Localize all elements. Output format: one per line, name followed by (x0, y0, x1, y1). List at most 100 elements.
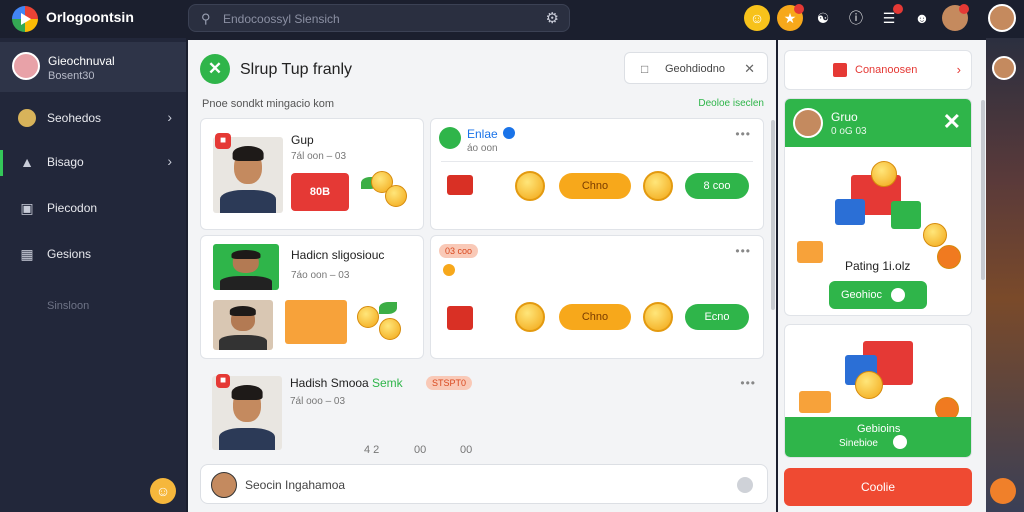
more-icon[interactable]: ••• (740, 376, 756, 390)
right-panel: Conanoosen › Gruo 0 oG 03 ✕ Pating 1i.ol… (778, 40, 986, 512)
chip-button[interactable]: Chno (559, 304, 631, 330)
sidebar-item-4[interactable]: ▦ Gesions (0, 234, 186, 274)
group-card[interactable]: ■ Gup 7ál oon – 03 80B (200, 118, 424, 230)
gift-box-icon (797, 241, 823, 263)
group-card[interactable]: ■ Hadish Smooa Semk STSPT0 7ál ooo – 03 … (200, 366, 768, 458)
profile-badge-icon[interactable] (942, 4, 969, 31)
group-card[interactable]: Hadicn sligosiouc 7áo oon – 03 (200, 235, 424, 359)
avatar[interactable] (992, 56, 1016, 80)
toggle-knob[interactable] (893, 435, 907, 449)
avatar (439, 127, 461, 149)
coin-icon (643, 302, 673, 332)
status-badge: 03 coo (439, 244, 479, 258)
coin-icon (937, 245, 961, 269)
emoji-icon (443, 264, 455, 276)
reward-card-secondary[interactable]: Gebioins Sinebioe (784, 324, 972, 458)
sidebar-item-label: Piecodon (47, 201, 98, 215)
settings-icon[interactable]: ⚙ (546, 9, 559, 27)
trash-icon: ▦ (20, 246, 34, 262)
chip-button[interactable]: Ecno (685, 304, 749, 330)
post-card[interactable]: 03 coo ••• Chno Ecno (430, 235, 764, 359)
scrollbar[interactable] (771, 120, 775, 310)
member-photo (213, 244, 279, 290)
reaction-count[interactable]: 00 (414, 444, 426, 456)
reward-card-title: Gebioins (857, 423, 901, 435)
sidebar-user-subtitle: Bosent30 (48, 70, 95, 82)
gift-box-icon (447, 306, 473, 330)
info-icon[interactable]: ⓘ (843, 5, 869, 31)
action-fab-icon[interactable] (990, 478, 1016, 504)
scrollbar[interactable] (981, 100, 985, 280)
search-icon: ⚲ (201, 11, 211, 26)
close-icon[interactable]: ✕ (744, 61, 755, 77)
sidebar-item-2[interactable]: ▲ Bisago › (0, 142, 186, 182)
user-icon (18, 109, 36, 127)
coins-icon (361, 171, 411, 211)
user-avatar[interactable] (988, 4, 1016, 32)
page-title: Slrup Tup franly (240, 61, 353, 78)
gift-box-icon (891, 201, 921, 229)
avatar (12, 52, 40, 80)
gift-box-icon (835, 199, 865, 225)
gift-box-icon (447, 175, 473, 195)
gift-box-icon (285, 300, 347, 344)
book-icon: ▣ (20, 200, 34, 216)
sidebar-item-3[interactable]: ▣ Piecodon (0, 188, 186, 228)
header-action-button[interactable]: □ Geohdiodno ✕ (624, 52, 768, 84)
card-title: Hadicn sligosiouc (291, 248, 385, 262)
card-subtitle: 7áo oon – 03 (291, 270, 350, 281)
badge-icon: ■ (216, 374, 230, 388)
sidebar-muted-label[interactable]: Sinsloon (47, 300, 89, 312)
emoji-icon[interactable]: ☺ (744, 5, 770, 31)
notification-icon[interactable]: ★ (777, 4, 804, 31)
header-action-label: Geohdiodno (665, 63, 725, 75)
status-badge: STSPT0 (426, 376, 473, 390)
app-title: Orlogoontsin (46, 9, 134, 25)
chip-button[interactable]: 8 coo (685, 173, 749, 199)
home-icon (833, 63, 847, 77)
close-icon[interactable]: ✕ (943, 109, 961, 135)
post-subtitle: áo oon (467, 143, 498, 154)
check-icon[interactable]: ✕ (200, 54, 230, 84)
chevron-right-icon: › (956, 62, 961, 77)
card-title-accent: Semk (372, 376, 403, 390)
more-icon[interactable]: ••• (735, 244, 751, 258)
chip-button[interactable]: Chno (559, 173, 631, 199)
reward-button-label: Geohioc (841, 289, 882, 301)
comment-composer[interactable]: Seocin Ingahamoa (200, 464, 768, 504)
reward-card[interactable]: Gruo 0 oG 03 ✕ Pating 1i.olz Geohioc (784, 98, 972, 316)
sidebar: Gieochnuval Bosent30 Seohedos › ▲ Bisago… (0, 38, 186, 512)
more-icon[interactable]: ••• (735, 127, 751, 141)
smile-icon[interactable]: ☻ (909, 5, 935, 31)
chart-icon[interactable]: ☰ (876, 4, 903, 31)
right-top-label: Conanoosen (855, 64, 918, 76)
avatar (211, 472, 237, 498)
section-link[interactable]: Deoloe iseclen (698, 98, 764, 109)
primary-cta-button[interactable]: Coolie (784, 468, 972, 506)
reaction-count[interactable]: 4 2 (364, 444, 379, 456)
top-bar: Orlogoontsin ⚲ Endocoossyl Siensich ⚙ ☺ … (0, 0, 1024, 38)
right-top-button[interactable]: Conanoosen › (784, 50, 972, 90)
verified-icon (503, 127, 515, 139)
coins-icon (357, 302, 407, 342)
card-subtitle: 7ál oon – 03 (291, 151, 347, 162)
reward-button[interactable]: Geohioc (829, 281, 927, 309)
post-card[interactable]: Enlae áo oon ••• Chno 8 coo (430, 118, 764, 230)
sidebar-user-card[interactable]: Gieochnuval Bosent30 (0, 42, 186, 92)
card-title: Hadish Smooa (290, 376, 369, 390)
send-icon[interactable] (737, 477, 753, 493)
coin-icon (515, 171, 545, 201)
reaction-count[interactable]: 00 (460, 444, 472, 456)
card-title: Gup (291, 133, 314, 147)
post-title: Enlae (467, 127, 498, 141)
emoji-fab-icon[interactable]: ☺ (150, 478, 176, 504)
coin-icon (515, 302, 545, 332)
badge-icon: ■ (215, 133, 231, 149)
sidebar-item-1[interactable]: Seohedos › (0, 98, 186, 138)
users-icon[interactable]: ☯ (810, 5, 836, 31)
search-bar[interactable]: ⚲ Endocoossyl Siensich ⚙ (188, 4, 570, 32)
comment-input[interactable]: Seocin Ingahamoa (245, 478, 345, 492)
reward-card-subtitle: Sinebioe (839, 438, 878, 449)
search-input[interactable]: Endocoossyl Siensich (223, 12, 340, 26)
app-logo-icon[interactable] (12, 6, 38, 32)
